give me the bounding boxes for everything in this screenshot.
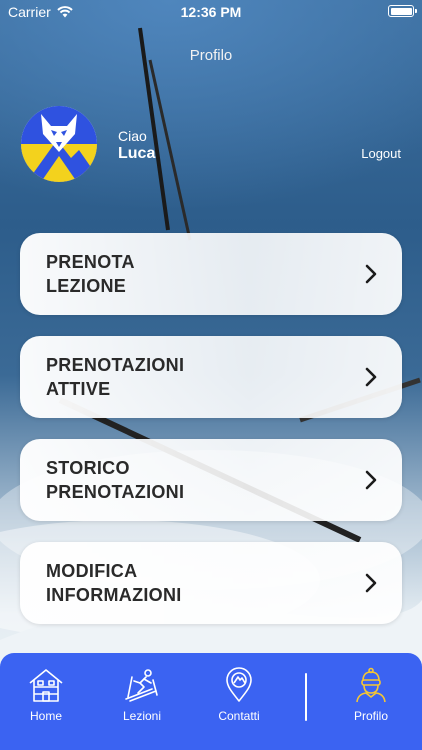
user-name: Luca bbox=[118, 145, 156, 162]
menu-label: STORICO PRENOTAZIONI bbox=[46, 439, 306, 521]
menu-label-line1: STORICO bbox=[46, 458, 130, 478]
chalet-icon bbox=[29, 669, 63, 702]
menu-label-line2: ATTIVE bbox=[46, 379, 111, 399]
tab-label: Contatti bbox=[218, 709, 260, 723]
book-lesson-button[interactable]: PRENOTA LEZIONE bbox=[20, 233, 402, 315]
status-bar: Carrier 12:36 PM bbox=[0, 0, 422, 24]
tab-lessons[interactable]: Lezioni bbox=[107, 667, 177, 727]
tab-contacts[interactable]: Contatti bbox=[204, 667, 274, 727]
menu-label-line1: PRENOTAZIONI bbox=[46, 355, 185, 375]
page-title: Profilo bbox=[189, 47, 233, 64]
active-bookings-button[interactable]: PRENOTAZIONI ATTIVE bbox=[20, 336, 402, 418]
logout-button[interactable]: Logout bbox=[361, 146, 401, 161]
menu-label-line2: LEZIONE bbox=[46, 276, 127, 296]
greeting-text: Ciao bbox=[118, 128, 147, 144]
menu-label: PRENOTA LEZIONE bbox=[46, 233, 306, 315]
menu-label-line1: MODIFICA bbox=[46, 561, 138, 581]
tab-profile[interactable]: Profilo bbox=[336, 667, 406, 727]
battery-icon bbox=[388, 5, 417, 17]
tab-divider bbox=[305, 673, 307, 721]
status-time: 12:36 PM bbox=[180, 4, 242, 20]
booking-history-button[interactable]: STORICO PRENOTAZIONI bbox=[20, 439, 402, 521]
chevron-right-icon bbox=[365, 470, 377, 490]
chevron-right-icon bbox=[365, 573, 377, 593]
menu-label: PRENOTAZIONI ATTIVE bbox=[46, 336, 306, 418]
menu-label-line2: INFORMAZIONI bbox=[46, 585, 182, 605]
menu-label-line1: PRENOTA bbox=[46, 252, 135, 272]
tab-bar: Home Lezioni Contatti Profilo bbox=[0, 653, 422, 750]
tab-label: Home bbox=[29, 709, 62, 723]
skier-icon bbox=[125, 669, 158, 702]
instructor-icon bbox=[356, 667, 386, 703]
tab-label: Lezioni bbox=[122, 709, 162, 723]
map-pin-icon bbox=[226, 667, 252, 702]
avatar bbox=[21, 106, 97, 182]
menu-label-line2: PRENOTAZIONI bbox=[46, 482, 185, 502]
tab-label: Profilo bbox=[353, 709, 388, 723]
chevron-right-icon bbox=[365, 367, 377, 387]
edit-info-button[interactable]: MODIFICA INFORMAZIONI bbox=[20, 542, 402, 624]
tab-home[interactable]: Home bbox=[11, 667, 81, 727]
chevron-right-icon bbox=[365, 264, 377, 284]
menu-label: MODIFICA INFORMAZIONI bbox=[46, 542, 306, 624]
wolf-mountain-logo-icon bbox=[21, 106, 97, 182]
